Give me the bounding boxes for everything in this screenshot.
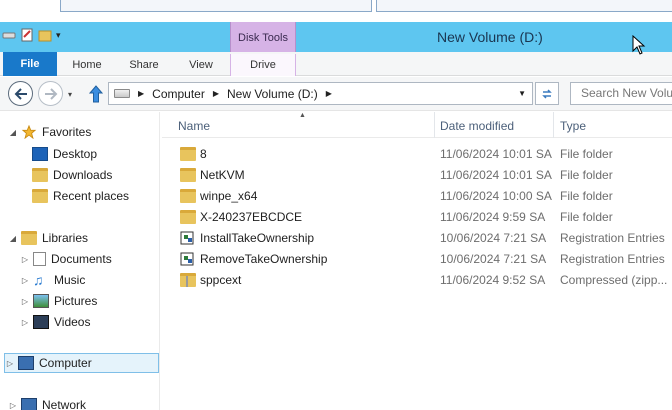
documents-icon bbox=[33, 252, 46, 266]
window-title: New Volume (D:) bbox=[437, 29, 543, 45]
file-row[interactable]: sppcext 11/06/2024 9:52 SA Compressed (z… bbox=[162, 270, 672, 291]
address-bar[interactable]: ▶ Computer ▶ New Volume (D:) ▶ ▼ bbox=[108, 82, 533, 105]
breadcrumb-computer[interactable]: Computer bbox=[152, 87, 205, 101]
breadcrumb-new-volume[interactable]: New Volume (D:) bbox=[227, 87, 318, 101]
recent-places-icon bbox=[32, 189, 48, 203]
pictures-icon bbox=[33, 294, 49, 308]
file-row[interactable]: NetKVM 11/06/2024 10:01 SA File folder bbox=[162, 165, 672, 186]
registry-icon bbox=[180, 252, 194, 266]
breadcrumb-separator-icon[interactable]: ▶ bbox=[138, 89, 144, 98]
expand-arrow-icon[interactable]: ▷ bbox=[20, 318, 30, 327]
column-type[interactable]: Type bbox=[560, 119, 586, 133]
navigation-pane: ◢ Favorites Desktop Downloads Recent pla… bbox=[0, 112, 160, 410]
column-divider[interactable] bbox=[553, 112, 554, 138]
forward-arrow-icon bbox=[44, 87, 57, 100]
expand-arrow-icon[interactable]: ▷ bbox=[20, 255, 30, 264]
folder-icon bbox=[180, 210, 196, 224]
file-row[interactable]: RemoveTakeOwnership 10/06/2024 7:21 SA R… bbox=[162, 249, 672, 270]
back-button[interactable] bbox=[8, 81, 33, 106]
file-row[interactable]: 8 11/06/2024 10:01 SA File folder bbox=[162, 144, 672, 165]
file-row[interactable]: InstallTakeOwnership 10/06/2024 7:21 SA … bbox=[162, 228, 672, 249]
nav-computer[interactable]: ▷ Computer bbox=[4, 353, 159, 373]
registry-icon bbox=[180, 231, 194, 245]
breadcrumb-separator-icon[interactable]: ▶ bbox=[326, 89, 332, 98]
expand-arrow-icon[interactable]: ▷ bbox=[20, 297, 30, 306]
search-input[interactable]: Search New Volume (D:) bbox=[570, 82, 672, 105]
nav-favorites[interactable]: ◢ Favorites bbox=[8, 122, 91, 142]
background-windows bbox=[0, 0, 672, 22]
refresh-icon bbox=[542, 88, 552, 99]
nav-pictures[interactable]: ▷ Pictures bbox=[20, 291, 97, 311]
nav-network[interactable]: ▷ Network bbox=[8, 395, 86, 410]
computer-icon bbox=[18, 356, 34, 370]
nav-documents[interactable]: ▷ Documents bbox=[20, 249, 112, 269]
drive-icon bbox=[114, 89, 130, 98]
videos-icon bbox=[33, 315, 49, 329]
desktop-icon bbox=[32, 147, 48, 161]
file-row[interactable]: X-240237EBCDCE 11/06/2024 9:59 SA File f… bbox=[162, 207, 672, 228]
sort-ascending-icon: ▲ bbox=[299, 112, 306, 119]
column-divider[interactable] bbox=[434, 112, 435, 138]
quick-access-toolbar: ▾ bbox=[2, 28, 61, 42]
network-icon bbox=[21, 398, 37, 410]
drive-icon[interactable] bbox=[2, 28, 16, 42]
disk-tools-context-tab: Disk Tools bbox=[230, 22, 296, 52]
background-window bbox=[60, 0, 372, 12]
tab-home[interactable]: Home bbox=[62, 54, 112, 76]
tab-file[interactable]: File bbox=[3, 52, 57, 76]
tab-share[interactable]: Share bbox=[120, 54, 168, 76]
file-row[interactable]: winpe_x64 11/06/2024 10:00 SA File folde… bbox=[162, 186, 672, 207]
downloads-icon bbox=[32, 168, 48, 182]
breadcrumb-separator-icon[interactable]: ▶ bbox=[213, 89, 219, 98]
music-icon: ♫ bbox=[33, 272, 44, 288]
libraries-icon bbox=[21, 231, 37, 245]
folder-icon bbox=[180, 189, 196, 203]
forward-button[interactable] bbox=[38, 81, 63, 106]
nav-desktop[interactable]: Desktop bbox=[32, 144, 97, 164]
up-button[interactable] bbox=[88, 84, 104, 107]
tab-drive[interactable]: Drive bbox=[230, 54, 296, 76]
nav-videos[interactable]: ▷ Videos bbox=[20, 312, 90, 332]
expand-arrow-icon[interactable]: ▷ bbox=[20, 276, 30, 285]
expand-arrow-icon[interactable]: ▷ bbox=[5, 359, 15, 368]
up-arrow-icon bbox=[88, 85, 104, 103]
properties-icon[interactable] bbox=[20, 28, 34, 42]
collapse-arrow-icon[interactable]: ◢ bbox=[8, 128, 18, 137]
address-row: ▾ ▶ Computer ▶ New Volume (D:) ▶ ▼ Searc… bbox=[0, 77, 672, 111]
tab-view[interactable]: View bbox=[178, 54, 224, 76]
address-dropdown-icon[interactable]: ▼ bbox=[518, 89, 526, 98]
column-name[interactable]: Name bbox=[178, 119, 210, 133]
nav-downloads[interactable]: Downloads bbox=[32, 165, 112, 185]
recent-locations-dropdown[interactable]: ▾ bbox=[68, 90, 72, 99]
customize-toolbar-icon[interactable]: ▾ bbox=[56, 30, 61, 41]
zip-folder-icon bbox=[180, 273, 196, 287]
refresh-button[interactable] bbox=[535, 82, 559, 105]
nav-libraries[interactable]: ◢ Libraries bbox=[8, 228, 88, 248]
star-icon bbox=[21, 125, 37, 139]
new-folder-icon[interactable] bbox=[38, 28, 52, 42]
title-bar: ▾ Disk Tools New Volume (D:) bbox=[0, 22, 672, 52]
folder-icon bbox=[180, 147, 196, 161]
column-date-modified[interactable]: Date modified bbox=[440, 119, 514, 133]
nav-music[interactable]: ▷ ♫ Music bbox=[20, 270, 85, 290]
mouse-cursor-icon bbox=[632, 35, 646, 55]
file-list: ▲ Name Date modified Type 8 11/06/2024 1… bbox=[162, 112, 672, 410]
expand-arrow-icon[interactable]: ▷ bbox=[8, 401, 18, 410]
column-header: ▲ Name Date modified Type bbox=[162, 112, 672, 138]
collapse-arrow-icon[interactable]: ◢ bbox=[8, 234, 18, 243]
background-window bbox=[376, 0, 672, 12]
ribbon-tabs: File Home Share View Drive bbox=[0, 52, 672, 76]
back-arrow-icon bbox=[14, 87, 27, 100]
folder-icon bbox=[180, 168, 196, 182]
nav-recent-places[interactable]: Recent places bbox=[32, 186, 129, 206]
